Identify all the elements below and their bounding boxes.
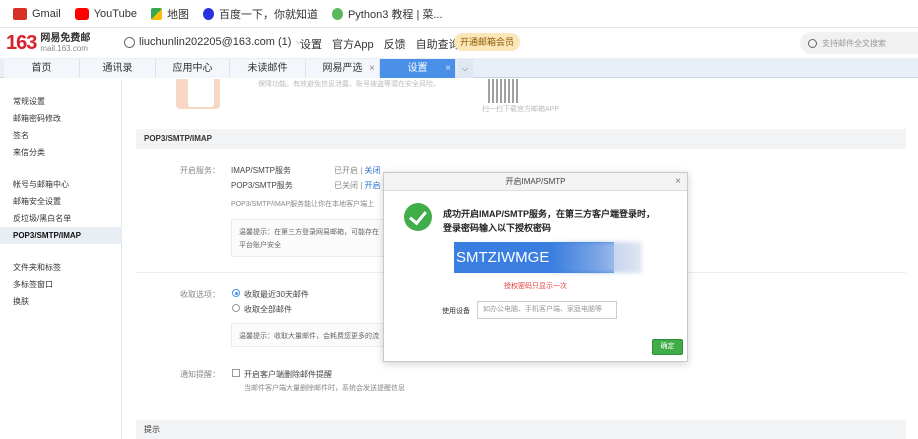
qr-caption: 扫一扫下载官方邮箱APP [482, 106, 560, 113]
tab-label: 通讯录 [102, 63, 133, 74]
sidebar-item-folders[interactable]: 文件夹和标签 [0, 259, 122, 276]
notify-option-label: 开启客户端删除邮件提醒 [244, 370, 332, 379]
close-icon[interactable]: × [675, 173, 681, 191]
header-link-app[interactable]: 官方App [332, 36, 374, 52]
tab-label: 设置 [407, 63, 428, 74]
promo-text: 保障功能。有效避免信息泄露，账号被盗等潜在安全风险。 [258, 81, 440, 88]
tab-label: 应用中心 [172, 63, 213, 74]
gmail-icon [13, 7, 27, 20]
section-title: 提示 [136, 420, 918, 439]
search-icon [808, 38, 817, 48]
mail-header: 163 网易免费邮 mail.163.com liuchunlin202205@… [0, 28, 918, 58]
notify-note: 当邮件客户端大量删除邮件时，系统会发送提醒信息 [244, 385, 405, 392]
phone-image [188, 79, 214, 107]
pop3-open-link[interactable]: 开启 [365, 181, 381, 190]
bookmark-baidu[interactable]: 百度一下，你就知道 [196, 6, 325, 22]
bookmark-youtube[interactable]: YouTube [68, 7, 144, 20]
scrollbar[interactable] [122, 79, 136, 439]
sidebar-item-security[interactable]: 邮箱安全设置 [0, 193, 122, 210]
close-icon[interactable]: × [369, 59, 375, 78]
section-title: POP3/SMTP/IMAP [136, 129, 918, 149]
bookmark-gmail[interactable]: Gmail [6, 7, 68, 20]
sidebar-item-general[interactable]: 常规设置 [0, 93, 122, 110]
bookmark-maps[interactable]: 地图 [144, 6, 196, 22]
service-note: POP3/SMTP/IMAP服务能让你在本地客户端上 [231, 201, 375, 208]
sidebar-item-antispam[interactable]: 反垃圾/黑白名单 [0, 210, 122, 227]
logo-domain: mail.163.com [40, 43, 88, 53]
sidebar-item-multitab[interactable]: 多标签窗口 [0, 276, 122, 293]
tab-home[interactable]: 首页 [4, 59, 80, 78]
tab-label: 未读邮件 [247, 63, 288, 74]
device-input[interactable]: 如办公电脑、手机客户端、家庭电脑等 [477, 301, 617, 319]
service-imap-name: IMAP/SMTP服务 [231, 166, 292, 175]
bookmark-label: Gmail [32, 7, 61, 20]
header-link-settings[interactable]: 设置 [300, 36, 322, 52]
code-blur-overlay [552, 242, 642, 273]
checkbox-delete-notify[interactable] [232, 369, 240, 377]
logo[interactable]: 163 网易免费邮 mail.163.com [6, 32, 90, 55]
imap-success-dialog: 开启IMAP/SMTP × 成功开启IMAP/SMTP服务，在第三方客户端登录时… [383, 172, 688, 362]
tab-label: 网易严选 [322, 63, 363, 74]
tab-more-icon[interactable]: ⌵ [457, 59, 473, 78]
logo-number: 163 [6, 32, 37, 54]
maps-icon [150, 7, 162, 20]
code-warning: 授权密码只显示一次 [504, 283, 567, 290]
settings-sidebar: 常规设置 邮箱密码修改 签名 来信分类 帐号与邮箱中心 邮箱安全设置 反垃圾/黑… [0, 79, 122, 439]
bookmark-label: 地图 [166, 8, 189, 21]
account-email: liuchunlin202205@163.com (1) [139, 36, 292, 48]
receive-option-label: 收取全部邮件 [244, 305, 292, 314]
sidebar-item-account-center[interactable]: 帐号与邮箱中心 [0, 176, 122, 193]
page-edge [906, 79, 918, 439]
header-link-feedback[interactable]: 反馈 [384, 36, 406, 52]
success-check-icon [404, 203, 432, 231]
status-text: 已关闭 [334, 181, 358, 190]
status-text: 已开启 [334, 166, 358, 175]
baidu-icon [202, 7, 214, 20]
service-pop3-name: POP3/SMTP服务 [231, 181, 293, 190]
dialog-title-bar: 开启IMAP/SMTP × [384, 173, 687, 191]
service-imap-status: 已开启 | 关闭 [334, 166, 381, 175]
tab-settings[interactable]: 设置 × [380, 59, 456, 78]
bookmark-label: 百度一下，你就知道 [218, 8, 318, 21]
sidebar-item-password[interactable]: 邮箱密码修改 [0, 110, 122, 127]
service-pop3-status: 已关闭 | 开启 [334, 181, 381, 190]
logo-title: 网易免费邮 [40, 32, 91, 44]
notify-label: 通知提醒： [180, 370, 220, 379]
search-input[interactable]: 支持邮件全文搜索 [822, 38, 886, 49]
header-link-selfservice[interactable]: 自助查询 [416, 36, 460, 52]
radio-recent-30[interactable] [232, 289, 240, 297]
vip-button[interactable]: 开通邮箱会员 [454, 33, 521, 51]
close-icon[interactable]: × [445, 59, 451, 78]
receive-option-label: 收取最近30天邮件 [244, 290, 309, 299]
bookmark-label: Python3 教程 | 菜... [347, 8, 443, 21]
bookmarks-bar: Gmail YouTube 地图 百度一下，你就知道 Python3 教程 | … [0, 0, 918, 28]
confirm-button[interactable]: 确定 [652, 339, 683, 355]
receive-label: 收取选项： [180, 290, 220, 299]
tab-contacts[interactable]: 通讯录 [80, 59, 156, 78]
bookmark-runoob[interactable]: Python3 教程 | 菜... [325, 6, 450, 22]
tab-label: 首页 [31, 63, 52, 74]
dialog-message: 成功开启IMAP/SMTP服务，在第三方客户端登录时，登录密码输入以下授权密码 [443, 209, 656, 233]
qr-code-image [488, 79, 518, 103]
tab-bar: 首页 通讯录 应用中心 未读邮件 网易严选 × 设置 × ⌵ [0, 58, 918, 78]
sidebar-item-skin[interactable]: 换肤 [0, 293, 122, 310]
tab-yanxuan[interactable]: 网易严选 × [306, 59, 380, 78]
sidebar-item-filters[interactable]: 来信分类 [0, 144, 122, 161]
imap-close-link[interactable]: 关闭 [365, 166, 381, 175]
device-label: 使用设备 [442, 308, 470, 315]
service-label: 开启服务： [180, 166, 220, 175]
tab-appcenter[interactable]: 应用中心 [156, 59, 230, 78]
sidebar-item-pop3[interactable]: POP3/SMTP/IMAP [0, 227, 122, 244]
bookmark-label: YouTube [93, 7, 137, 20]
runoob-icon [331, 7, 343, 20]
tab-unread[interactable]: 未读邮件 [230, 59, 306, 78]
sidebar-item-signature[interactable]: 签名 [0, 127, 122, 144]
user-icon [124, 36, 135, 48]
youtube-icon [74, 7, 89, 20]
dialog-title: 开启IMAP/SMTP [505, 177, 566, 186]
account-menu[interactable]: liuchunlin202205@163.com (1) ⌵ [124, 36, 302, 48]
radio-all[interactable] [232, 304, 240, 312]
search-box[interactable]: 支持邮件全文搜索 [800, 32, 918, 54]
